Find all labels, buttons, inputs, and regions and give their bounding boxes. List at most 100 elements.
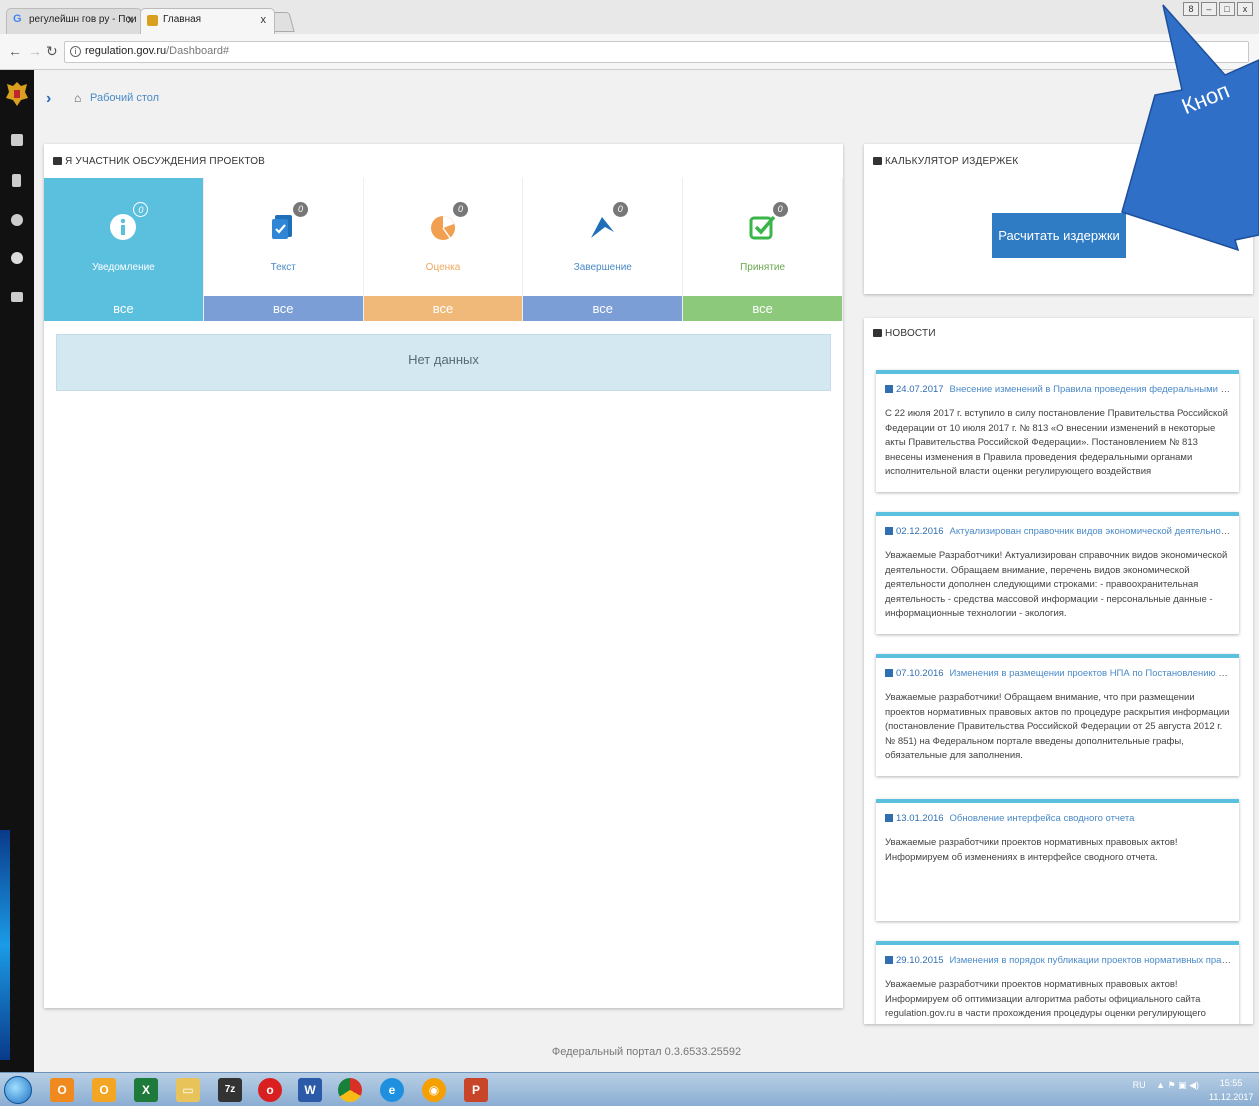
news-panel: НОВОСТИ 24.07.2017 Внесение изменений в П… [864, 318, 1253, 1024]
word-taskbar-icon[interactable]: W [298, 1078, 322, 1102]
news-item: 02.12.2016 Актуализирован справочник видо… [876, 512, 1239, 634]
news-body: Уважаемые разработчики! Обращаем внимани… [885, 692, 1230, 761]
tile-all-link[interactable]: все [44, 296, 203, 321]
outlook-taskbar-icon[interactable]: O [50, 1078, 74, 1102]
calendar-icon [885, 669, 893, 677]
excel-taskbar-icon[interactable]: X [134, 1078, 158, 1102]
calendar-icon [885, 814, 893, 822]
home-icon[interactable]: ⌂ [74, 91, 81, 105]
news-date: 29.10.2015 [896, 955, 944, 966]
news-title-link[interactable]: Внесение изменений в Правила проведения … [950, 384, 1231, 395]
count-badge: 0 [452, 202, 468, 217]
system-tray: RU ▲ ⚑ ▣ ◀) [1133, 1080, 1199, 1091]
tile-all-link[interactable]: все [203, 296, 363, 321]
tab-close-icon[interactable]: x [261, 14, 267, 26]
puzzle-icon[interactable] [11, 214, 23, 226]
news-item: 29.10.2015 Изменения в порядок публикации… [876, 941, 1239, 1024]
tile-all-link[interactable]: все [363, 296, 523, 321]
breadcrumb-dashboard-link[interactable]: Рабочий стол [90, 92, 159, 104]
tile-completion[interactable]: 0 Завершение все [523, 178, 684, 321]
url-host: regulation.gov.ru [85, 45, 167, 57]
tile-label: Уведомление [92, 262, 155, 273]
dashboard-page: › ⌂ Рабочий стол Я УЧАСТНИК ОБСУЖДЕНИЯ П… [34, 70, 1259, 1072]
count-badge: 0 [772, 202, 788, 217]
news-item: 07.10.2016 Изменения в размещении проекто… [876, 654, 1239, 776]
flag-icon [590, 217, 614, 238]
help-icon[interactable] [11, 252, 23, 264]
file-explorer-taskbar-icon[interactable]: ▭ [176, 1078, 200, 1102]
calendar-icon [885, 385, 893, 393]
app-sidebar [0, 70, 34, 1072]
footer-version: Федеральный портал 0.3.6533.25592 [551, 1046, 742, 1058]
tray-expand-icon[interactable]: ▲ ⚑ ▣ ◀) [1156, 1080, 1199, 1090]
news-date: 24.07.2017 [896, 384, 944, 395]
browser-tab-bar: G регулейшн гов ру - Пои x Главная x 8 –… [0, 0, 1259, 34]
panel-title: НОВОСТИ [873, 328, 936, 339]
url-input[interactable]: i regulation.gov.ru/Dashboard# [64, 41, 1249, 63]
tab-title: Главная [163, 14, 202, 25]
info-icon [110, 214, 137, 240]
news-title-link[interactable]: Обновление интерфейса сводного отчета [950, 813, 1135, 824]
calendar-icon [885, 527, 893, 535]
tile-all-link[interactable]: все [683, 296, 842, 321]
news-item: 13.01.2016 Обновление интерфейса сводного… [876, 799, 1239, 921]
browser-address-bar: ← → ↻ i regulation.gov.ru/Dashboard# [0, 34, 1259, 70]
annotation-callout-arrow [1121, 4, 1259, 252]
tile-text[interactable]: 0 Текст все [203, 178, 364, 321]
news-body: С 22 июля 2017 г. вступило в силу постан… [885, 408, 1228, 477]
tile-assessment[interactable]: 0 Оценка все [363, 178, 524, 321]
tile-notification[interactable]: 0 Уведомление все [44, 178, 204, 321]
system-clock[interactable]: 15:55 11.12.2017 [1209, 1076, 1253, 1104]
news-date: 02.12.2016 [896, 526, 944, 537]
mail-icon[interactable] [11, 292, 23, 302]
book-icon[interactable] [12, 174, 21, 187]
news-item: 24.07.2017 Внесение изменений в Правила п… [876, 370, 1239, 492]
windows-taskbar: O O X ▭ 7z o W e ◉ P RU ▲ ⚑ ▣ ◀) 15:55 1… [0, 1072, 1259, 1106]
tile-label: Оценка [425, 262, 461, 273]
news-date: 13.01.2016 [896, 813, 944, 824]
text-document-icon [272, 215, 293, 239]
language-indicator[interactable]: RU [1133, 1080, 1146, 1090]
news-title-link[interactable]: Изменения в размещении проектов НПА по П… [950, 668, 1231, 679]
tile-label: Принятие [740, 262, 786, 273]
sidebar-toggle-chevron-icon[interactable]: › [46, 90, 51, 108]
internet-explorer-taskbar-icon[interactable]: e [380, 1078, 404, 1102]
pie-chart-icon [430, 216, 455, 240]
reload-icon[interactable]: ↻ [46, 43, 58, 60]
back-arrow-icon[interactable]: ← [8, 43, 22, 59]
7zip-taskbar-icon[interactable]: 7z [218, 1078, 242, 1102]
panel-title: Я УЧАСТНИК ОБСУЖДЕНИЯ ПРОЕКТОВ [53, 156, 265, 167]
info-icon[interactable]: i [70, 46, 81, 57]
news-body: Уважаемые разработчики проектов норматив… [885, 837, 1178, 863]
news-title-link[interactable]: Изменения в порядок публикации проектов … [950, 955, 1231, 966]
forward-arrow-icon[interactable]: → [28, 43, 42, 59]
calculate-costs-button[interactable]: Расчитать издержки [992, 213, 1126, 258]
clock-date: 11.12.2017 [1209, 1092, 1254, 1102]
tab-close-icon[interactable]: x [128, 14, 134, 26]
institution-icon[interactable] [11, 134, 23, 146]
chrome-taskbar-icon[interactable] [338, 1078, 362, 1102]
opera-taskbar-icon[interactable]: o [258, 1078, 282, 1102]
powerpoint-taskbar-icon[interactable]: P [464, 1078, 488, 1102]
panel-title: КАЛЬКУЛЯТОР ИЗДЕРЖЕК [873, 156, 1018, 167]
news-title-link[interactable]: Актуализирован справочник видов экономич… [950, 526, 1231, 537]
institution-icon [53, 157, 62, 165]
project-discussion-panel: Я УЧАСТНИК ОБСУЖДЕНИЯ ПРОЕКТОВ 0 Уведомл… [44, 144, 843, 1008]
news-date: 07.10.2016 [896, 668, 944, 679]
emblem-favicon-icon [147, 15, 158, 26]
coat-of-arms-icon[interactable] [5, 80, 29, 108]
news-body: Уважаемые Разработчики! Актуализирован с… [885, 550, 1228, 619]
news-body: Уважаемые разработчики проектов норматив… [885, 979, 1206, 1024]
browser-tab-search[interactable]: G регулейшн гов ру - Пои x [6, 8, 142, 34]
count-badge: 0 [612, 202, 628, 217]
browser-taskbar-icon[interactable]: ◉ [422, 1078, 446, 1102]
institution-icon [873, 157, 882, 165]
windows-start-button[interactable] [4, 1076, 32, 1104]
tile-label: Текст [270, 262, 296, 273]
office-taskbar-icon[interactable]: O [92, 1078, 116, 1102]
browser-tab-main[interactable]: Главная x [140, 8, 275, 34]
tile-all-link[interactable]: все [523, 296, 683, 321]
newspaper-icon [873, 329, 882, 337]
tile-adoption[interactable]: 0 Принятие все [683, 178, 843, 321]
check-icon [749, 215, 775, 240]
